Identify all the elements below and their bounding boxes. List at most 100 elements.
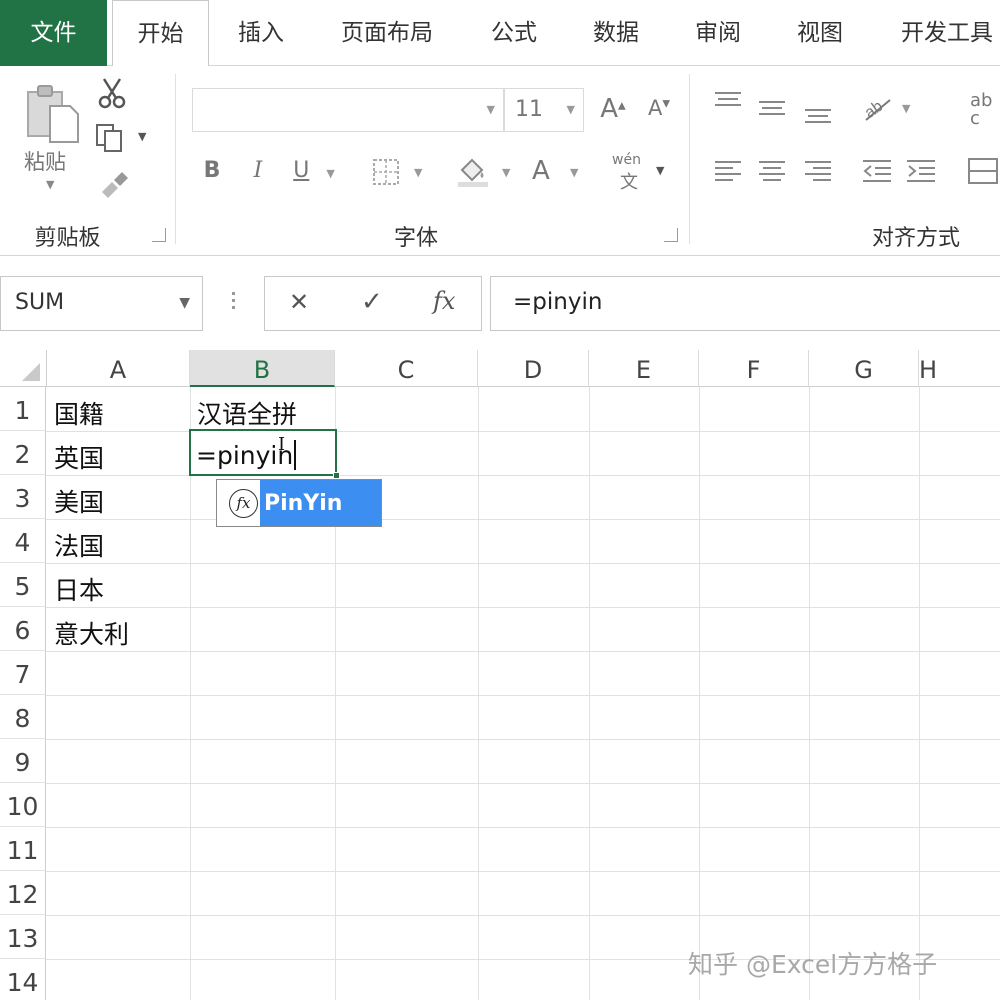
- row-header-13[interactable]: 13: [0, 915, 46, 959]
- row-header-5[interactable]: 5: [0, 563, 46, 607]
- cell-A5[interactable]: 日本: [46, 571, 104, 607]
- merge-center-button[interactable]: [966, 156, 1000, 188]
- column-header-H[interactable]: H: [919, 350, 1000, 387]
- align-left-button[interactable]: [712, 156, 744, 188]
- align-center-icon: [759, 161, 785, 181]
- clipboard-dialog-launcher-icon[interactable]: [152, 228, 166, 242]
- column-header-C[interactable]: C: [335, 350, 478, 387]
- row-header-1[interactable]: 1: [0, 387, 46, 431]
- shrink-font-glyph: A: [647, 96, 663, 120]
- formula-text: =pinyin: [513, 289, 603, 315]
- wrap-text-button[interactable]: ab c: [966, 90, 1000, 130]
- fill-color-button[interactable]: ▼: [456, 154, 516, 190]
- row-header-6[interactable]: 6: [0, 607, 46, 651]
- phonetic-guide-button[interactable]: wén 文 ▼: [608, 150, 670, 194]
- cell-A3[interactable]: 美国: [46, 483, 104, 519]
- autocomplete-item-pinyin[interactable]: PinYin: [260, 480, 381, 526]
- scissors-icon: [98, 78, 126, 109]
- align-center-button[interactable]: [756, 156, 788, 188]
- ribbon: 粘贴 ▼ ▼ 剪贴板 ▼ 11 ▼ A▲ A▼ B I U ▼ ▼ ▼ A ▼ …: [0, 66, 1000, 256]
- chevron-down-icon: ▼: [656, 164, 665, 177]
- chevron-down-icon: ▼: [486, 103, 495, 116]
- font-dialog-launcher-icon[interactable]: [664, 228, 678, 242]
- shrink-font-button[interactable]: A▼: [642, 96, 676, 130]
- row-header-11[interactable]: 11: [0, 827, 46, 871]
- chevron-down-icon: ▼: [138, 130, 147, 143]
- cancel-icon[interactable]: ✕: [289, 288, 309, 316]
- cell-B1[interactable]: 汉语全拼: [189, 395, 297, 431]
- tab-review[interactable]: 审阅: [674, 0, 762, 66]
- bold-button[interactable]: B: [198, 158, 226, 192]
- font-size-dropdown[interactable]: 11 ▼: [504, 88, 584, 132]
- paste-button[interactable]: 粘贴 ▼: [18, 80, 84, 200]
- row-header-7[interactable]: 7: [0, 651, 46, 695]
- borders-icon: [373, 159, 399, 185]
- cell-A1[interactable]: 国籍: [46, 395, 104, 431]
- chevron-down-icon: ▼: [502, 166, 511, 179]
- align-right-button[interactable]: [802, 156, 834, 188]
- tab-developer[interactable]: 开发工具: [880, 0, 1000, 66]
- column-header-D[interactable]: D: [478, 350, 589, 387]
- cell-A4[interactable]: 法国: [46, 527, 104, 563]
- increase-indent-button[interactable]: [904, 156, 938, 188]
- copy-button[interactable]: ▼: [94, 122, 150, 158]
- cell-A6[interactable]: 意大利: [46, 615, 129, 651]
- underline-button[interactable]: U ▼: [286, 158, 342, 192]
- format-painter-icon: [102, 172, 128, 198]
- row-header-2[interactable]: 2: [0, 431, 46, 475]
- clipboard-group-label: 剪贴板: [34, 226, 101, 251]
- font-color-button[interactable]: A ▼: [530, 156, 584, 192]
- cell-A2[interactable]: 英国: [46, 439, 104, 475]
- align-top-button[interactable]: [712, 88, 744, 120]
- watermark: 知乎 @Excel方方格子: [688, 950, 938, 979]
- align-bottom-button[interactable]: [802, 100, 834, 132]
- fill-handle[interactable]: [333, 472, 340, 479]
- italic-button[interactable]: I: [244, 158, 272, 192]
- merge-cells-icon: [968, 158, 998, 184]
- decrease-indent-button[interactable]: [860, 156, 894, 188]
- borders-button[interactable]: ▼: [370, 156, 430, 190]
- paint-bucket-icon: [458, 158, 488, 187]
- format-painter-button[interactable]: [96, 170, 132, 202]
- decrease-indent-icon: [863, 160, 891, 182]
- tab-file[interactable]: 文件: [0, 0, 107, 66]
- wrap-text-bottom: c: [970, 108, 980, 129]
- chevron-down-icon: ▼: [570, 166, 579, 179]
- align-middle-button[interactable]: [756, 94, 788, 126]
- tab-data[interactable]: 数据: [572, 0, 660, 66]
- select-all-corner[interactable]: [0, 350, 47, 387]
- paste-label: 粘贴: [24, 150, 66, 174]
- align-left-icon: [715, 161, 741, 181]
- enter-icon[interactable]: ✓: [361, 287, 383, 317]
- cut-button[interactable]: [94, 76, 130, 112]
- formula-input[interactable]: =pinyin: [490, 276, 1000, 331]
- tab-formulas[interactable]: 公式: [470, 0, 558, 66]
- row-header-3[interactable]: 3: [0, 475, 46, 519]
- tab-home[interactable]: 开始: [112, 0, 209, 67]
- tab-page-layout[interactable]: 页面布局: [320, 0, 454, 66]
- tab-insert[interactable]: 插入: [216, 0, 306, 66]
- orientation-button[interactable]: ab ▼: [860, 92, 920, 126]
- formula-bar: SUM ▼ ✕ ✓ fx =pinyin: [0, 256, 1000, 350]
- column-header-E[interactable]: E: [589, 350, 699, 387]
- row-header-12[interactable]: 12: [0, 871, 46, 915]
- column-header-G[interactable]: G: [809, 350, 919, 387]
- row-header-8[interactable]: 8: [0, 695, 46, 739]
- row-header-9[interactable]: 9: [0, 739, 46, 783]
- paste-icon: [27, 85, 79, 143]
- name-box[interactable]: SUM ▼: [0, 276, 203, 331]
- grow-font-glyph: A: [600, 94, 619, 124]
- tab-view[interactable]: 视图: [776, 0, 864, 66]
- column-header-B[interactable]: B: [190, 350, 335, 387]
- grow-font-button[interactable]: A▲: [596, 94, 630, 128]
- align-middle-icon: [759, 101, 785, 115]
- insert-function-icon[interactable]: fx: [433, 287, 455, 315]
- row-header-14[interactable]: 14: [0, 959, 46, 1000]
- text-caret: [294, 440, 296, 470]
- column-header-A[interactable]: A: [47, 350, 190, 387]
- row-header-10[interactable]: 10: [0, 783, 46, 827]
- row-header-4[interactable]: 4: [0, 519, 46, 563]
- align-bottom-icon: [805, 109, 831, 123]
- font-name-dropdown[interactable]: ▼: [192, 88, 504, 132]
- column-header-F[interactable]: F: [699, 350, 809, 387]
